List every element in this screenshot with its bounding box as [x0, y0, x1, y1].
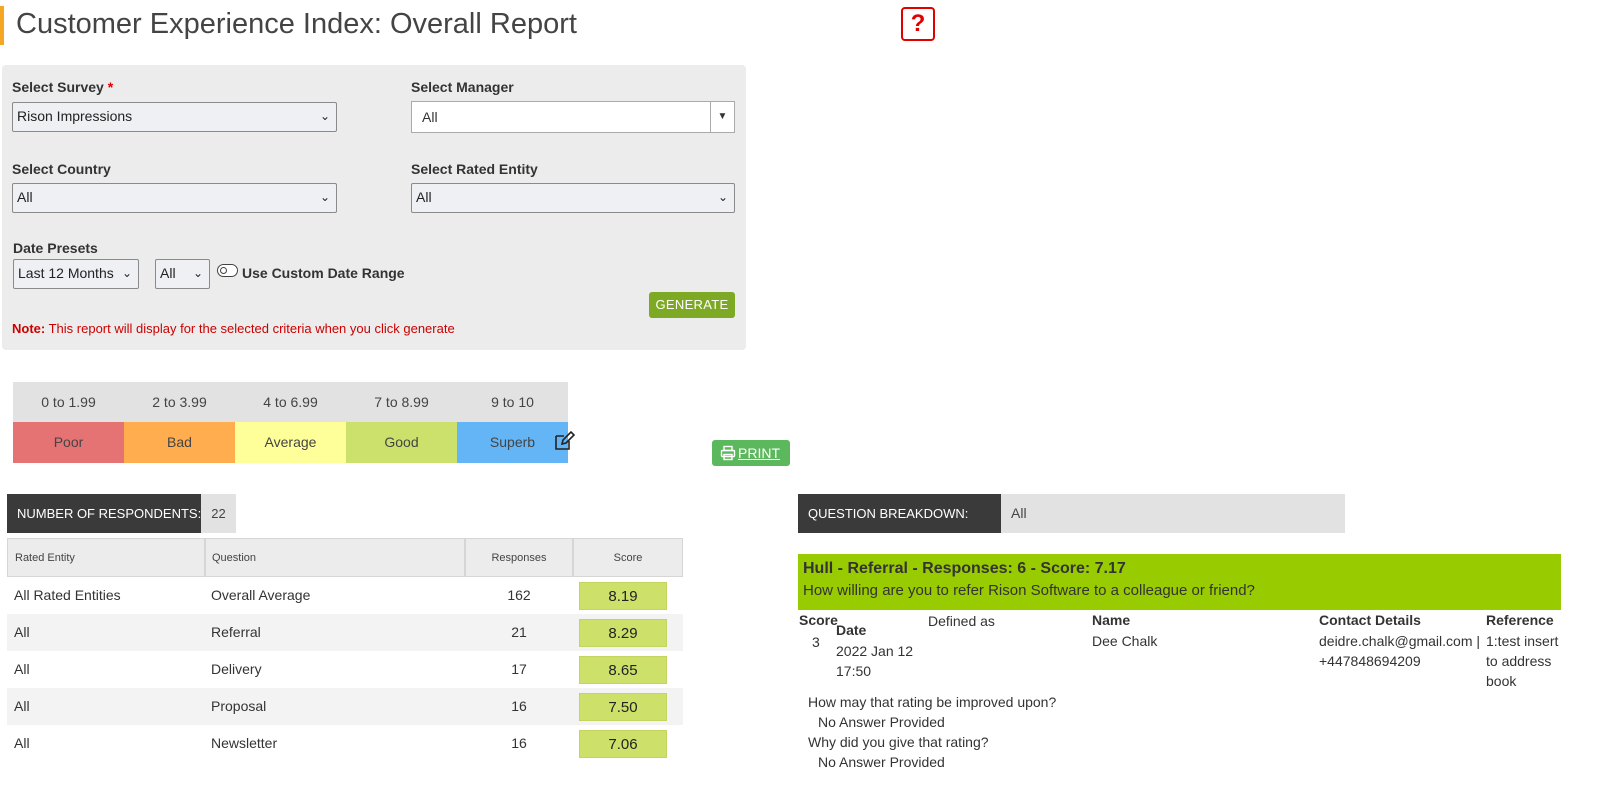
chevron-down-icon: ⌄ — [121, 266, 132, 280]
chevron-down-icon: ⌄ — [192, 266, 203, 280]
question-mark-icon: ? — [910, 10, 926, 37]
column-header-rated-entity[interactable]: Rated Entity — [7, 538, 205, 577]
legend-range: 0 to 1.99 — [13, 382, 124, 422]
rated-entity-cell: All Rated Entities — [14, 587, 121, 603]
printer-icon — [720, 445, 736, 461]
manager-select[interactable]: All ▼ — [411, 101, 735, 133]
responses-cell: 16 — [511, 735, 527, 751]
followup-question: Why did you give that rating? — [808, 734, 989, 750]
date-period-value: All — [160, 265, 176, 281]
generate-button[interactable]: GENERATE — [649, 292, 735, 318]
score-cell: 8.19 — [579, 582, 667, 610]
question-cell: Overall Average — [211, 587, 311, 603]
rated-entity-select[interactable]: All ⌄ — [411, 183, 735, 213]
table-row: All Referral 21 8.29 — [7, 614, 683, 651]
defined-as-label: Defined as — [928, 613, 995, 629]
respondents-label: NUMBER OF RESPONDENTS: — [7, 494, 201, 533]
country-select-value: All — [17, 189, 33, 205]
table-row: All Rated Entities Overall Average 162 8… — [7, 577, 683, 614]
response-contact: deidre.chalk@gmail.com | +447848694209 — [1319, 633, 1481, 669]
legend-label-superb: Superb — [457, 422, 568, 463]
date-column-header: Date — [836, 622, 867, 638]
question-cell: Newsletter — [211, 735, 278, 751]
date-presets-value: Last 12 Months — [18, 265, 114, 281]
responses-cell: 17 — [511, 661, 527, 677]
help-button[interactable]: ? — [901, 7, 935, 41]
page-title: Customer Experience Index: Overall Repor… — [16, 8, 577, 40]
breakdown-question: How willing are you to refer Rison Softw… — [803, 582, 1255, 599]
column-header-question[interactable]: Question — [205, 538, 465, 577]
score-cell: 8.29 — [579, 619, 667, 647]
manager-label: Select Manager — [411, 79, 514, 95]
column-header-score[interactable]: Score — [573, 538, 683, 577]
chevron-down-icon: ⌄ — [717, 190, 728, 204]
followup-answer: No Answer Provided — [818, 714, 945, 730]
responses-cell: 162 — [507, 587, 531, 603]
edit-icon[interactable] — [553, 430, 576, 452]
rated-entity-cell: All — [14, 698, 30, 714]
legend-label-bad: Bad — [124, 422, 235, 463]
toggle-knob — [220, 266, 227, 274]
reference-column-header: Reference — [1486, 612, 1554, 628]
followup-answer: No Answer Provided — [818, 754, 945, 770]
country-select[interactable]: All ⌄ — [12, 183, 337, 213]
score-cell: 8.65 — [579, 656, 667, 684]
table-row: All Proposal 16 7.50 — [7, 688, 683, 725]
score-cell: 7.50 — [579, 693, 667, 721]
rated-entity-cell: All — [14, 661, 30, 677]
survey-label: Select Survey * — [12, 79, 114, 95]
date-presets-select[interactable]: Last 12 Months ⌄ — [13, 259, 139, 289]
table-row: All Delivery 17 8.65 — [7, 651, 683, 688]
custom-date-range-toggle[interactable] — [217, 264, 238, 277]
survey-select[interactable]: Rison Impressions ⌄ — [12, 102, 337, 132]
legend-label-poor: Poor — [13, 422, 124, 463]
chevron-down-icon: ⌄ — [319, 109, 330, 123]
question-cell: Delivery — [211, 661, 262, 677]
response-reference: 1:test insert to address book — [1486, 633, 1559, 689]
question-breakdown-label: QUESTION BREAKDOWN: — [798, 494, 1001, 533]
date-period-select[interactable]: All ⌄ — [155, 259, 210, 289]
legend-range: 7 to 8.99 — [346, 382, 457, 422]
response-date: 2022 Jan 12 17:50 — [836, 643, 914, 679]
print-button[interactable]: PRINT — [712, 440, 790, 466]
custom-date-range-label: Use Custom Date Range — [242, 265, 405, 281]
required-marker: * — [107, 79, 114, 95]
question-breakdown-value: All — [1001, 494, 1345, 533]
score-cell: 7.06 — [579, 730, 667, 758]
breakdown-title: Hull - Referral - Responses: 6 - Score: … — [803, 560, 1126, 577]
score-legend: 0 to 1.99 2 to 3.99 4 to 6.99 7 to 8.99 … — [13, 382, 568, 463]
followup-question: How may that rating be improved upon? — [808, 694, 1057, 710]
breakdown-header: Hull - Referral - Responses: 6 - Score: … — [798, 554, 1561, 610]
caret-down-icon[interactable]: ▼ — [710, 102, 734, 132]
score-column-header: Score — [799, 612, 838, 628]
respondents-count: 22 — [201, 494, 236, 533]
table-row: All Newsletter 16 7.06 — [7, 725, 683, 762]
date-presets-label: Date Presets — [13, 240, 98, 256]
column-header-responses[interactable]: Responses — [465, 538, 573, 577]
legend-range: 9 to 10 — [457, 382, 568, 422]
question-cell: Proposal — [211, 698, 267, 714]
responses-cell: 21 — [511, 624, 527, 640]
title-accent-bar — [0, 6, 4, 45]
legend-label-average: Average — [235, 422, 346, 463]
legend-label-good: Good — [346, 422, 457, 463]
response-name: Dee Chalk — [1092, 633, 1158, 649]
rated-entity-cell: All — [14, 735, 30, 751]
legend-range: 4 to 6.99 — [235, 382, 346, 422]
question-cell: Referral — [211, 624, 261, 640]
responses-cell: 16 — [511, 698, 527, 714]
rated-entity-cell: All — [14, 624, 30, 640]
note-text: Note: This report will display for the s… — [12, 321, 455, 336]
response-score: 3 — [812, 634, 820, 650]
chevron-down-icon: ⌄ — [319, 190, 330, 204]
name-column-header: Name — [1092, 612, 1131, 628]
rated-entity-label: Select Rated Entity — [411, 161, 538, 177]
manager-select-value: All — [422, 109, 438, 125]
rated-entity-select-value: All — [416, 189, 432, 205]
survey-select-value: Rison Impressions — [17, 108, 133, 124]
legend-range: 2 to 3.99 — [124, 382, 235, 422]
country-label: Select Country — [12, 161, 111, 177]
contact-column-header: Contact Details — [1319, 612, 1421, 628]
